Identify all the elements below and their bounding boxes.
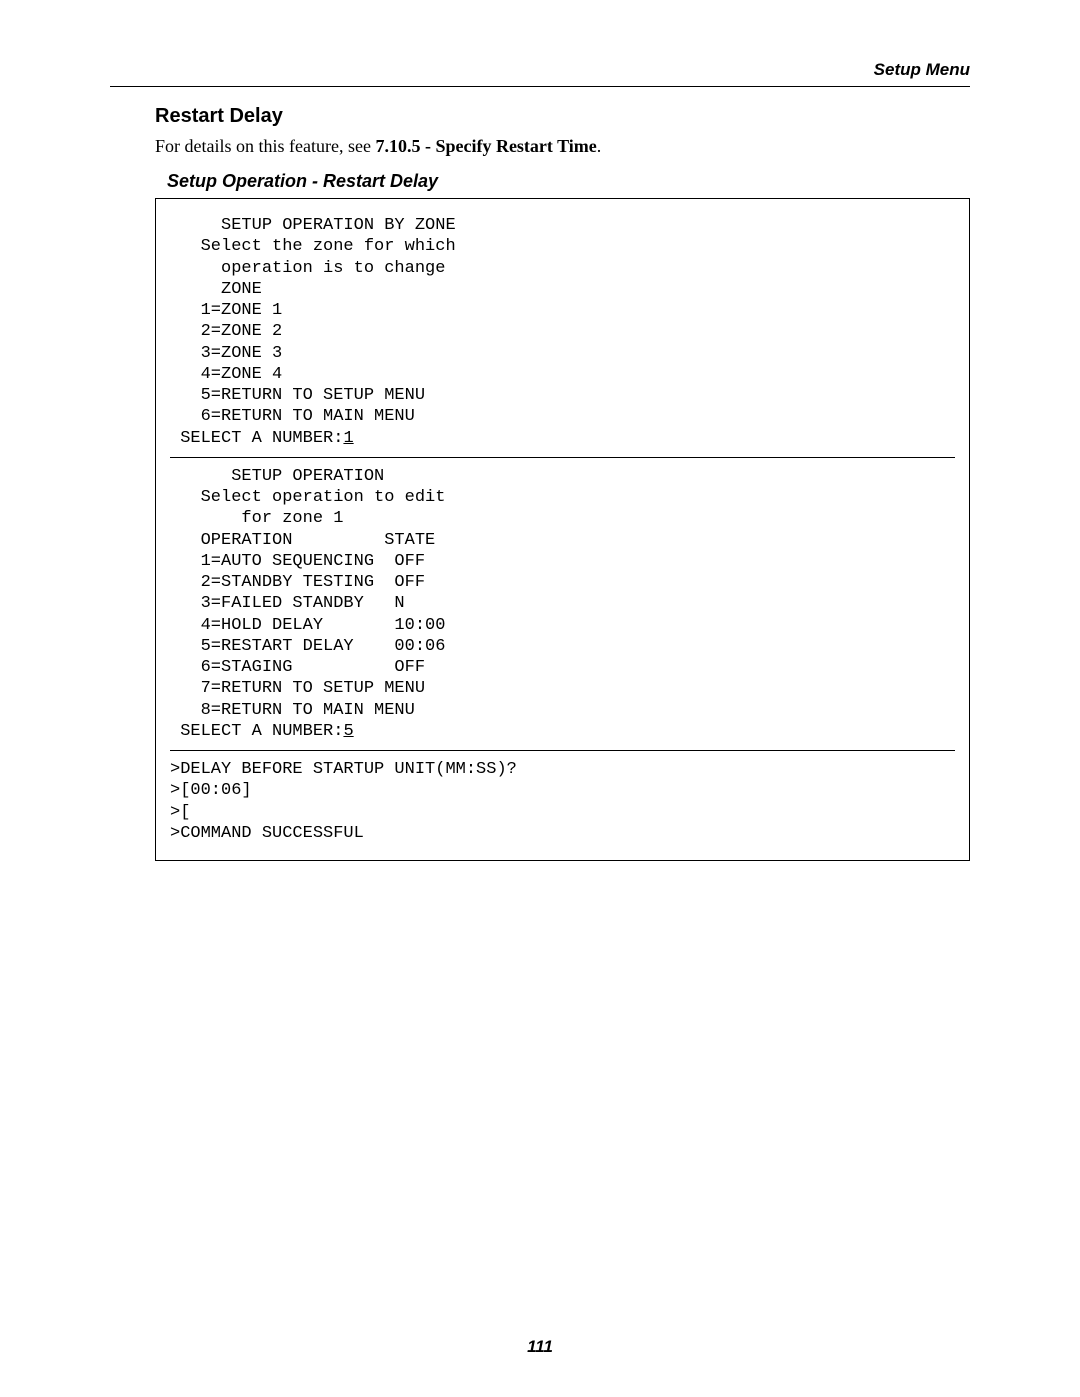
body-prefix: For details on this feature, see — [155, 136, 375, 156]
terminal-box: SETUP OPERATION BY ZONE Select the zone … — [155, 198, 970, 861]
terminal-line: 2=STANDBY TESTING OFF — [170, 572, 955, 593]
terminal-block-3: >DELAY BEFORE STARTUP UNIT(MM:SS)? >[00:… — [156, 755, 969, 848]
prompt-input: 1 — [343, 429, 353, 448]
terminal-line: 2=ZONE 2 — [170, 321, 955, 342]
terminal-line: >[ — [170, 802, 955, 823]
prompt-label: SELECT A NUMBER: — [170, 429, 343, 448]
prompt-input: 5 — [343, 722, 353, 741]
body-suffix: . — [597, 136, 602, 156]
header-section-name: Setup Menu — [110, 60, 970, 80]
section-title: Restart Delay — [155, 105, 970, 128]
terminal-line: 4=ZONE 4 — [170, 364, 955, 385]
terminal-line: >[00:06] — [170, 780, 955, 801]
section-body: For details on this feature, see 7.10.5 … — [155, 136, 970, 157]
prompt-label: SELECT A NUMBER: — [170, 722, 343, 741]
terminal-line: Select operation to edit — [170, 487, 955, 508]
terminal-line: 3=ZONE 3 — [170, 343, 955, 364]
page-number: 111 — [0, 1337, 1080, 1357]
terminal-line: 5=RETURN TO SETUP MENU — [170, 385, 955, 406]
terminal-line: 1=ZONE 1 — [170, 300, 955, 321]
terminal-line: 6=STAGING OFF — [170, 657, 955, 678]
terminal-line: >DELAY BEFORE STARTUP UNIT(MM:SS)? — [170, 759, 955, 780]
terminal-divider — [170, 750, 955, 751]
figure-caption: Setup Operation - Restart Delay — [167, 171, 970, 192]
terminal-line: SETUP OPERATION — [170, 466, 955, 487]
content-area: Restart Delay For details on this featur… — [155, 105, 970, 861]
terminal-line: 5=RESTART DELAY 00:06 — [170, 636, 955, 657]
terminal-line: Select the zone for which — [170, 236, 955, 257]
terminal-line: 1=AUTO SEQUENCING OFF — [170, 551, 955, 572]
terminal-line: >COMMAND SUCCESSFUL — [170, 823, 955, 844]
body-crossref: 7.10.5 - Specify Restart Time — [375, 136, 596, 156]
terminal-prompt-line: SELECT A NUMBER:1 — [170, 428, 955, 449]
terminal-block-2: SETUP OPERATION Select operation to edit… — [156, 462, 969, 746]
terminal-line: 8=RETURN TO MAIN MENU — [170, 700, 955, 721]
page: Setup Menu Restart Delay For details on … — [0, 0, 1080, 1397]
header-rule — [110, 86, 970, 87]
terminal-line: OPERATION STATE — [170, 530, 955, 551]
terminal-line: 3=FAILED STANDBY N — [170, 593, 955, 614]
terminal-line: for zone 1 — [170, 508, 955, 529]
terminal-line: ZONE — [170, 279, 955, 300]
terminal-line: SETUP OPERATION BY ZONE — [170, 215, 955, 236]
terminal-line: 7=RETURN TO SETUP MENU — [170, 678, 955, 699]
terminal-line: 6=RETURN TO MAIN MENU — [170, 406, 955, 427]
terminal-divider — [170, 457, 955, 458]
terminal-line: operation is to change — [170, 258, 955, 279]
terminal-line: 4=HOLD DELAY 10:00 — [170, 615, 955, 636]
terminal-prompt-line: SELECT A NUMBER:5 — [170, 721, 955, 742]
terminal-block-1: SETUP OPERATION BY ZONE Select the zone … — [156, 211, 969, 453]
